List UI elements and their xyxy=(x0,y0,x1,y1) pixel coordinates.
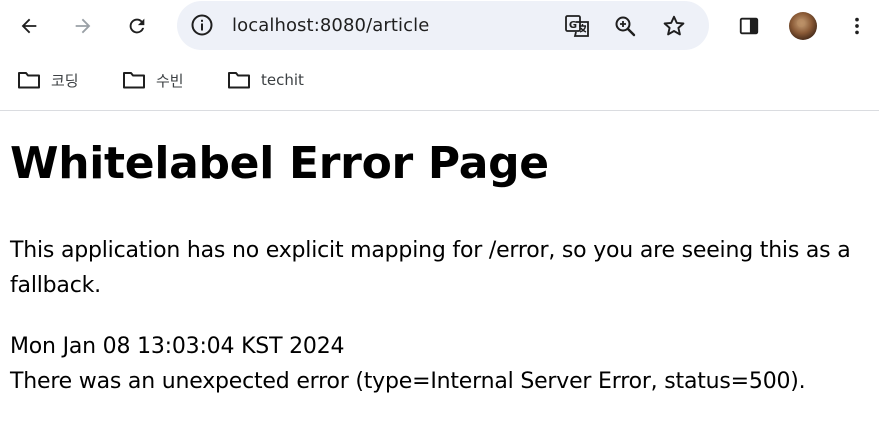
info-icon xyxy=(191,14,213,36)
bookmark-folder-coding[interactable]: 코딩 xyxy=(17,66,79,94)
side-panel-button[interactable] xyxy=(732,9,766,43)
bookmark-label: 코딩 xyxy=(51,71,79,90)
back-button[interactable] xyxy=(12,9,46,43)
menu-button[interactable] xyxy=(840,9,874,43)
bookmark-label: 수빈 xyxy=(156,71,184,90)
forward-button[interactable] xyxy=(66,9,100,43)
bookmark-folder-techit[interactable]: techit xyxy=(227,66,304,94)
reload-button[interactable] xyxy=(120,9,154,43)
star-icon xyxy=(663,15,685,36)
folder-icon xyxy=(18,72,40,89)
profile-button[interactable] xyxy=(786,9,820,43)
more-vertical-icon xyxy=(855,17,859,35)
translate-button[interactable]: G xyxy=(561,10,593,42)
bookmark-label: techit xyxy=(261,71,304,89)
reload-icon xyxy=(129,18,145,34)
error-details: Mon Jan 08 13:03:04 KST 2024 There was a… xyxy=(10,329,879,399)
browser-toolbar: localhost:8080/article G xyxy=(0,0,879,52)
side-panel-icon xyxy=(739,17,759,35)
zoom-button[interactable] xyxy=(609,10,641,42)
error-timestamp: Mon Jan 08 13:03:04 KST 2024 xyxy=(10,334,345,359)
url-text[interactable]: localhost:8080/article xyxy=(232,1,429,50)
avatar xyxy=(789,12,817,40)
folder-icon xyxy=(228,72,250,89)
translate-icon: G xyxy=(565,15,589,37)
forward-arrow-icon xyxy=(75,18,91,34)
error-message: This application has no explicit mapping… xyxy=(10,238,851,298)
site-info-button[interactable] xyxy=(187,10,217,40)
error-detail-text: There was an unexpected error (type=Inte… xyxy=(10,369,806,394)
address-bar[interactable]: localhost:8080/article G xyxy=(177,1,709,50)
page-title: Whitelabel Error Page xyxy=(10,138,549,189)
folder-icon xyxy=(123,72,145,89)
zoom-in-icon xyxy=(615,16,636,37)
back-arrow-icon xyxy=(21,18,37,34)
bookmark-star-button[interactable] xyxy=(658,10,690,42)
bookmarks-bar: 코딩 수빈 techit xyxy=(0,52,879,111)
bookmark-folder-subin[interactable]: 수빈 xyxy=(122,66,184,94)
svg-text:G: G xyxy=(569,20,577,31)
